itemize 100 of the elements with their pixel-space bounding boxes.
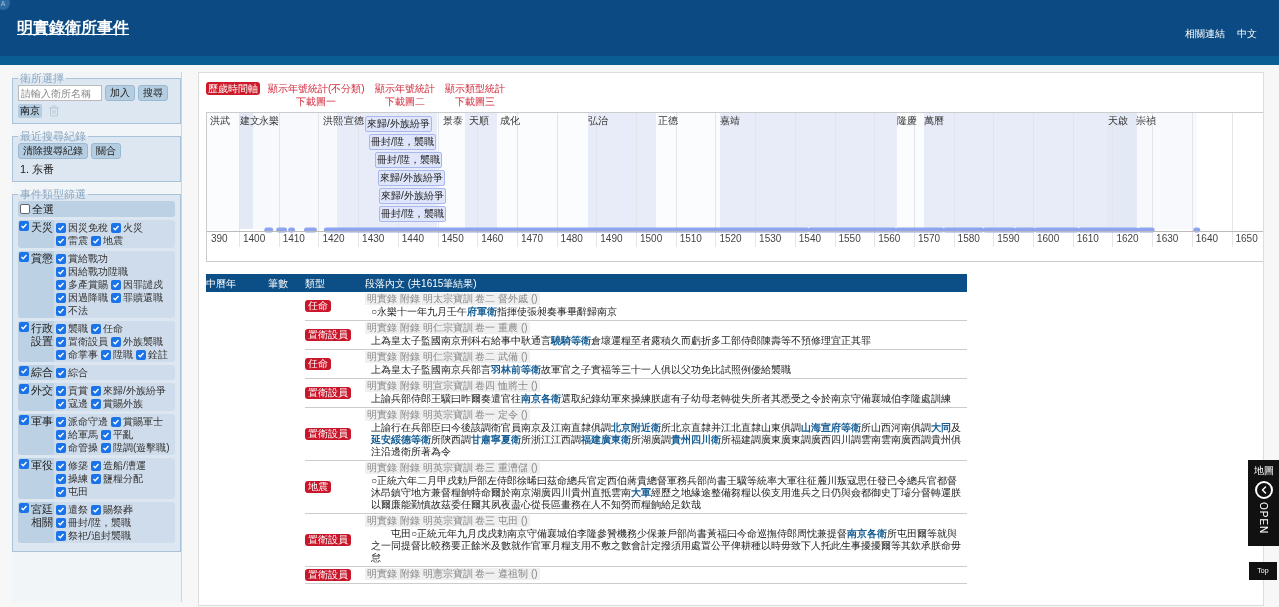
header-link[interactable]: 中文 — [1237, 25, 1257, 41]
view-tab[interactable]: 顯示年號統計(不分類) — [266, 82, 367, 95]
checkbox[interactable] — [111, 279, 121, 290]
type-badge: 置衛設員 — [305, 534, 351, 546]
timeline-event[interactable]: 來歸/外族紛爭 — [379, 188, 446, 204]
type-badge: 任命 — [305, 358, 331, 370]
checkbox[interactable] — [56, 504, 66, 515]
checkbox[interactable] — [91, 385, 101, 396]
checkbox[interactable] — [111, 416, 121, 427]
download-link[interactable]: 下載圖二 — [384, 95, 425, 108]
timeline-event[interactable]: 冊封/陞，襲職 — [369, 134, 436, 150]
checkbox[interactable] — [101, 442, 111, 453]
checkbox[interactable] — [56, 429, 66, 440]
timeline-event[interactable]: 來歸/外族紛爭 — [378, 170, 445, 186]
column-header: 段落內文 (共1615筆結果) — [365, 276, 477, 291]
checkbox-label: 派命守邊 — [68, 415, 108, 428]
view-tab[interactable]: 顯示類型統計 — [442, 82, 507, 95]
checkbox[interactable] — [19, 322, 29, 332]
checkbox[interactable] — [19, 459, 29, 469]
era-label: 洪熙 — [323, 116, 343, 126]
year-tick: 1420 — [322, 234, 345, 244]
checkbox-label: 軍役 — [31, 459, 53, 472]
era-label: 成化 — [500, 116, 520, 126]
checkbox-label: 綜合 — [31, 366, 53, 379]
checkbox-label: 罪贖還職 — [123, 291, 163, 304]
checkbox[interactable] — [56, 517, 66, 528]
year-tick: 1610 — [1076, 234, 1099, 244]
unit-chip[interactable]: 南京 — [18, 104, 42, 118]
timeline-event[interactable]: 來歸/外族紛爭 — [365, 116, 432, 132]
panel-button[interactable]: 關合 — [91, 143, 121, 159]
checkbox[interactable] — [56, 222, 66, 233]
checkbox[interactable] — [56, 336, 66, 347]
map-side-tab[interactable]: 地圖 OPEN — [1248, 460, 1279, 546]
year-tick: 1520 — [719, 234, 742, 244]
checkbox-label: 賞給戰功 — [68, 252, 108, 265]
era-label: 洪武 — [210, 116, 230, 126]
panel-legend: 衛所選擇 — [18, 72, 66, 85]
checkbox[interactable] — [56, 473, 66, 484]
download-link[interactable]: 下載圖三 — [454, 95, 495, 108]
year-tick: 1530 — [759, 234, 782, 244]
checkbox[interactable] — [91, 398, 101, 409]
checkbox[interactable] — [56, 367, 66, 378]
column-header: 類型 — [305, 276, 326, 291]
checkbox[interactable] — [19, 415, 29, 425]
panel-button[interactable]: 搜尋 — [138, 85, 168, 101]
checkbox[interactable] — [56, 385, 66, 396]
download-link[interactable]: 下載圖一 — [296, 95, 337, 108]
year-tick: 1650 — [1235, 234, 1258, 244]
checkbox[interactable] — [56, 460, 66, 471]
unit-search-field[interactable]: 請輸入衛所名稱 — [18, 85, 102, 101]
view-tab[interactable]: 歷歲時間軸 — [206, 82, 260, 95]
checkbox[interactable] — [56, 235, 66, 246]
title-link[interactable]: 明實錄衛所事件 — [17, 16, 129, 40]
checkbox[interactable] — [91, 460, 101, 471]
checkbox[interactable] — [56, 279, 66, 290]
checkbox[interactable] — [56, 253, 66, 264]
history-item[interactable]: 1. 东番 — [20, 162, 55, 176]
checkbox[interactable] — [91, 473, 101, 484]
timeline-event[interactable]: 冊封/陞，襲職 — [375, 152, 442, 168]
checkbox[interactable] — [56, 398, 66, 409]
checkbox[interactable] — [111, 292, 121, 303]
checkbox[interactable] — [56, 292, 66, 303]
checkbox[interactable] — [20, 204, 30, 214]
view-tab[interactable]: 顯示年號統計 — [372, 82, 437, 95]
checkbox[interactable] — [111, 336, 121, 347]
checkbox-label: 屯田 — [68, 485, 88, 498]
checkbox[interactable] — [56, 305, 66, 316]
column-header: 中曆年 — [206, 276, 237, 291]
checkbox[interactable] — [19, 503, 29, 513]
checkbox[interactable] — [56, 416, 66, 427]
checkbox[interactable] — [91, 504, 101, 515]
checkbox[interactable] — [19, 366, 29, 376]
checkbox[interactable] — [111, 222, 121, 233]
header-link[interactable]: 相關連結 — [1185, 25, 1225, 41]
timeline-event[interactable]: 冊封/陞，襲職 — [379, 206, 446, 222]
checkbox[interactable] — [56, 323, 66, 334]
checkbox-label: 火災 — [123, 221, 143, 234]
type-badge: 置衛設員 — [305, 428, 351, 440]
checkbox[interactable] — [91, 323, 101, 334]
source-reference: 明實錄 附錄 明宣宗寶訓 卷四 恤將士 () — [365, 380, 540, 392]
checkbox[interactable] — [19, 384, 29, 394]
checkbox[interactable] — [101, 349, 111, 360]
year-tick: 1580 — [957, 234, 980, 244]
checkbox-label: 雷震 — [68, 234, 88, 247]
checkbox[interactable] — [56, 486, 66, 497]
checkbox[interactable] — [56, 442, 66, 453]
checkbox[interactable] — [19, 252, 29, 262]
checkbox-label: 多產賞賜 — [68, 278, 108, 291]
panel-button[interactable]: 加入 — [105, 85, 135, 101]
year-tick: 1510 — [679, 234, 702, 244]
checkbox[interactable] — [56, 530, 66, 541]
checkbox[interactable] — [56, 266, 66, 277]
checkbox[interactable] — [101, 429, 111, 440]
type-badge: 置衛設員 — [305, 387, 351, 399]
checkbox[interactable] — [91, 235, 101, 246]
panel-button[interactable]: 清除搜尋紀錄 — [18, 143, 88, 159]
year-tick: 1500 — [640, 234, 663, 244]
checkbox[interactable] — [19, 221, 29, 231]
checkbox[interactable] — [56, 349, 66, 360]
checkbox[interactable] — [136, 349, 146, 360]
